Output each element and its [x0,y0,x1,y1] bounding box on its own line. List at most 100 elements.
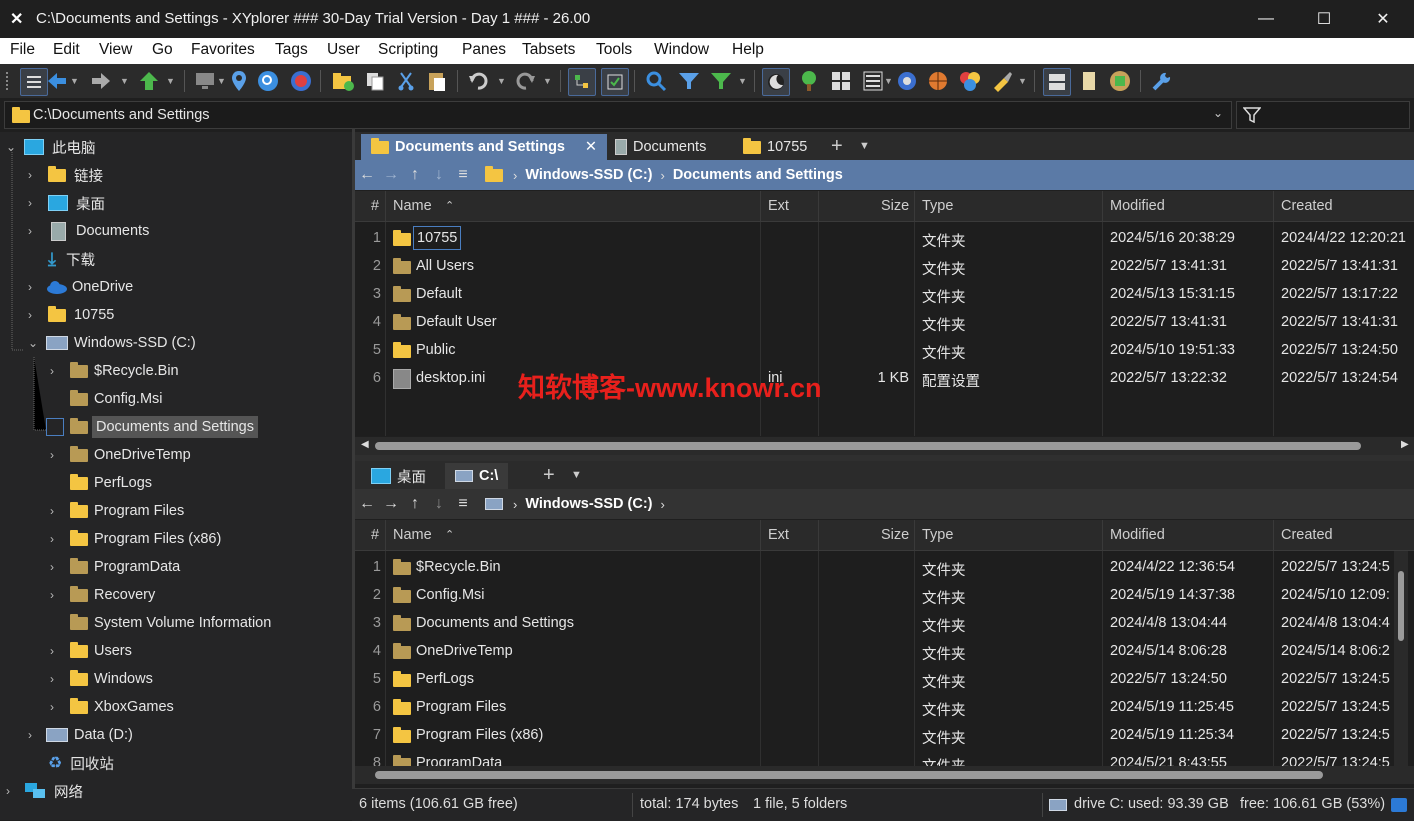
menu-scripting[interactable]: Scripting [378,41,438,59]
redo-icon[interactable] [512,68,538,94]
tree-item-windows[interactable]: › Windows [50,665,153,693]
computer-icon[interactable] [192,68,218,94]
configuration-tools-icon[interactable] [1149,68,1175,94]
chevron-right-icon[interactable]: › [50,504,64,518]
scrollbar-thumb[interactable] [375,771,1323,779]
tree-item-onedrive[interactable]: › OneDrive [28,273,133,301]
table-row[interactable]: 1 10755 文件夹 2024/5/16 20:38:29 2024/4/22… [355,224,1414,252]
table-row[interactable]: 3 Default 文件夹 2024/5/13 15:31:15 2022/5/… [355,280,1414,308]
history-menu-icon[interactable]: ≡ [451,166,475,184]
column-header-ext[interactable]: Ext [768,198,789,214]
tree-item-users[interactable]: › Users [50,637,132,665]
breadcrumb-documents-and-settings[interactable]: Documents and Settings [673,167,843,183]
tree-item-xboxgames[interactable]: › XboxGames [50,693,174,721]
chevron-down-icon[interactable]: ⌄ [1213,106,1223,120]
tree-item-system-volume-information[interactable]: System Volume Information [50,609,271,637]
menu-file[interactable]: File [10,41,35,59]
chevron-down-icon[interactable]: ⌄ [6,140,20,154]
preview-pane-icon[interactable] [1076,68,1102,94]
table-row[interactable]: 2 Config.Msi 文件夹 2024/5/19 14:37:38 2024… [355,581,1414,609]
pane1-horizontal-scrollbar[interactable]: ◀ ▶ [355,437,1414,455]
maximize-button[interactable]: ☐ [1295,0,1353,38]
cut-icon[interactable] [393,68,419,94]
table-row[interactable]: 5 Public 文件夹 2024/5/10 19:51:33 2022/5/7… [355,336,1414,364]
table-row[interactable]: 4 Default User 文件夹 2022/5/7 13:41:31 202… [355,308,1414,336]
tree-item-perflogs[interactable]: PerfLogs [50,469,152,497]
column-header-type[interactable]: Type [922,198,953,214]
tree-item-config-msi[interactable]: Config.Msi [50,385,163,413]
tree-item-documents-and-settings[interactable]: Documents and Settings [46,413,258,441]
goto-icon[interactable] [288,68,314,94]
color-filter-icon[interactable] [957,68,983,94]
minimize-button[interactable]: — [1237,0,1295,38]
highlight-brush-icon[interactable] [988,68,1014,94]
column-header-number[interactable]: # [371,198,379,214]
copy-icon[interactable] [362,68,388,94]
new-tab-icon[interactable]: + [543,464,555,487]
filter-box[interactable] [1236,101,1410,129]
forward-dropdown-icon[interactable]: ▼ [120,72,130,90]
location-pin-icon[interactable] [226,68,252,94]
tree-item-program-files-x86[interactable]: › Program Files (x86) [50,525,221,553]
column-header-created[interactable]: Created [1281,198,1333,214]
column-header-type[interactable]: Type [922,527,953,543]
tree-item-links[interactable]: › 链接 [28,161,103,189]
folder-tree[interactable]: ⌄ 此电脑 › 链接 › 桌面 › Documents ⤓ 下载 › OneDrive › 1… [0,132,352,820]
column-header-name[interactable]: Name [393,527,432,543]
chevron-right-icon[interactable]: › [50,700,64,714]
tree-item-recycle-bin-folder[interactable]: › $Recycle.Bin [50,357,179,385]
tab-desktop[interactable]: 桌面 [361,463,436,489]
chevron-down-icon[interactable]: ⌄ [28,336,42,350]
tree-item-drive-d[interactable]: › Data (D:) [28,721,133,749]
tree-icon[interactable] [796,68,822,94]
filter-icon[interactable] [676,68,702,94]
menu-panes[interactable]: Panes [462,41,506,59]
up-dropdown-icon[interactable]: ▼ [166,72,176,90]
chevron-right-icon[interactable]: › [28,728,42,742]
tab-c-drive[interactable]: C:\ [445,463,509,489]
tab-documents[interactable]: Documents [605,134,716,160]
menu-tabsets[interactable]: Tabsets [522,41,575,59]
down-icon[interactable]: ↓ [427,166,451,184]
back-icon[interactable] [44,68,70,94]
table-row[interactable]: 6 desktop.ini ini 1 KB 配置设置 2022/5/7 13:… [355,364,1414,392]
find-files-icon[interactable] [255,68,281,94]
table-row[interactable]: 7 Program Files (x86) 文件夹 2024/5/19 11:2… [355,721,1414,749]
new-folder-icon[interactable] [330,68,356,94]
layout-grid-icon[interactable] [828,68,854,94]
address-bar[interactable]: C:\Documents and Settings ⌄ [4,101,1232,129]
tree-item-program-files[interactable]: › Program Files [50,497,184,525]
tree-item-recovery[interactable]: › Recovery [50,581,155,609]
column-header-created[interactable]: Created [1281,527,1333,543]
dual-pane-icon[interactable] [1043,68,1071,96]
menu-go[interactable]: Go [152,41,173,59]
chevron-right-icon[interactable]: › [50,560,64,574]
chevron-right-icon[interactable]: › [50,588,64,602]
scrollbar-thumb[interactable] [375,442,1361,450]
tree-item-network[interactable]: › 网络 [6,777,83,805]
view-dropdown-icon[interactable]: ▼ [884,72,894,90]
new-tab-icon[interactable]: + [831,135,843,158]
column-header-modified[interactable]: Modified [1110,527,1165,543]
column-header-ext[interactable]: Ext [768,527,789,543]
chevron-right-icon[interactable]: › [28,224,42,238]
up-icon[interactable]: ↑ [403,166,427,184]
table-row[interactable]: 4 OneDriveTemp 文件夹 2024/5/14 8:06:28 202… [355,637,1414,665]
undo-dropdown-icon[interactable]: ▼ [497,72,507,90]
back-icon[interactable]: ← [355,166,379,184]
brush-dropdown-icon[interactable]: ▼ [1018,72,1028,90]
filter-dropdown-icon[interactable]: ▼ [738,72,748,90]
column-header-name[interactable]: Name [393,198,432,214]
menu-user[interactable]: User [327,41,360,59]
close-tab-icon[interactable]: ✕ [585,139,597,155]
chevron-right-icon[interactable]: › [28,168,42,182]
info-panel-icon[interactable] [1107,68,1133,94]
forward-icon[interactable]: → [379,166,403,184]
basketball-icon[interactable] [925,68,951,94]
tree-item-programdata[interactable]: › ProgramData [50,553,180,581]
chevron-right-icon[interactable]: › [50,532,64,546]
table-row[interactable]: 5 PerfLogs 文件夹 2022/5/7 13:24:50 2022/5/… [355,665,1414,693]
chevron-right-icon[interactable]: › [28,308,42,322]
global-filter-icon[interactable] [708,68,734,94]
table-row[interactable]: 6 Program Files 文件夹 2024/5/19 11:25:45 2… [355,693,1414,721]
